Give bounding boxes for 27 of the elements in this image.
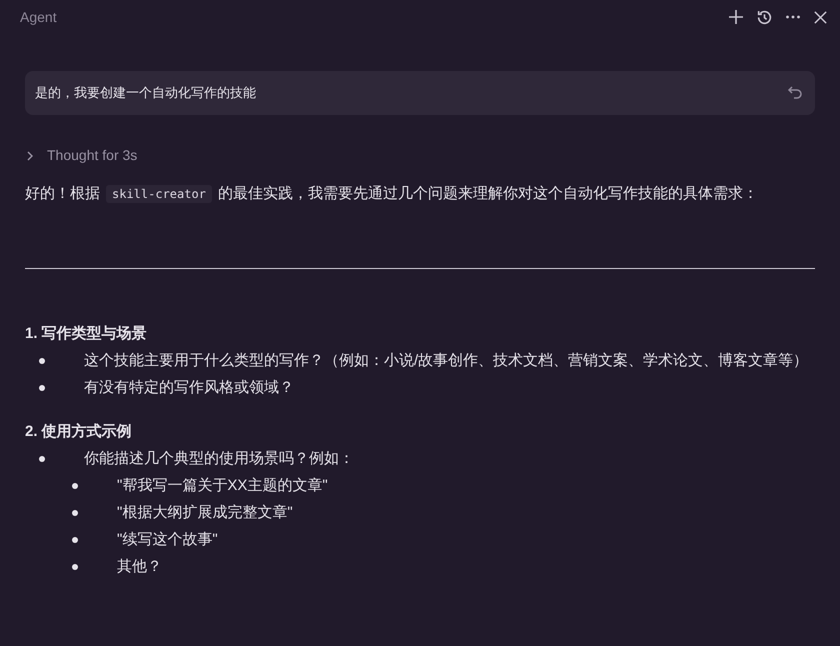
- list-item-text: 这个技能主要用于什么类型的写作？（例如：小说/故事创作、技术文档、营销文案、学术论文、博客文章等）: [83, 351, 808, 371]
- list-item-text: "帮我写一篇关于XX主题的文章": [116, 476, 328, 496]
- bullet-icon: [72, 483, 78, 489]
- bullet-icon: [39, 456, 45, 462]
- inline-code: skill-creator: [106, 185, 212, 203]
- list-item-text: "根据大纲扩展成完整文章": [116, 503, 293, 523]
- bullet-icon: [39, 385, 45, 391]
- list-item-text: 有没有特定的写作风格或领域？: [83, 378, 294, 398]
- undo-icon[interactable]: [787, 85, 803, 101]
- add-icon[interactable]: [728, 9, 744, 25]
- window-title: Agent: [20, 8, 57, 27]
- chevron-icon: [25, 150, 35, 160]
- list-item-text: 其他？: [116, 557, 162, 577]
- bullet-icon: [72, 510, 78, 516]
- message-text: 是的，我要创建一个自动化写作的技能: [35, 84, 256, 102]
- bullet-icon: [39, 358, 45, 364]
- history-icon[interactable]: [756, 8, 773, 26]
- message-text: 的最佳实践，我需要先通过几个问题来理解你对这个自动化写作技能的具体需求：: [218, 185, 758, 202]
- list-item-text: "续写这个故事": [116, 530, 218, 550]
- message-text: 好的！根据: [25, 185, 100, 202]
- thought-toggle[interactable]: Thought for 3s: [25, 145, 138, 166]
- close-icon[interactable]: [813, 10, 828, 24]
- section-heading: 2. 使用方式示例: [25, 422, 133, 442]
- bullet-icon: [72, 537, 78, 543]
- bullet-icon: [72, 564, 78, 570]
- section-heading: 1. 写作类型与场景: [25, 324, 148, 344]
- list-item-text: 你能描述几个典型的使用场景吗？例如：: [83, 449, 354, 469]
